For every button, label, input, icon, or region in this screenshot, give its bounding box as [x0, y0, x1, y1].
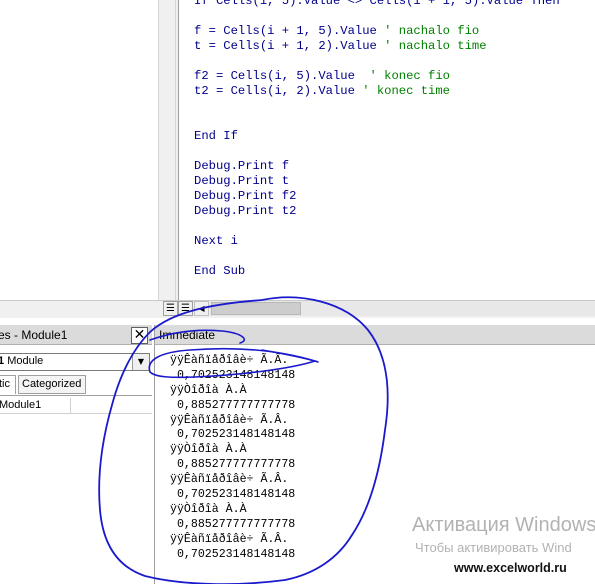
property-row-divider — [70, 398, 71, 414]
activation-watermark-subtitle: Чтобы активировать Wind — [415, 540, 572, 555]
immediate-output-line: 0,885277777777778 — [170, 458, 296, 472]
tab-alphabetic[interactable]: tic — [0, 375, 16, 394]
immediate-output-line: ÿÿÊàñïåðîâè÷ Ã.Â. — [170, 473, 289, 487]
object-type: Module — [7, 355, 44, 367]
code-comment: ' nachalo time — [384, 39, 487, 53]
splitter-scrollbar[interactable] — [158, 0, 176, 300]
horizontal-splitter[interactable] — [0, 300, 176, 318]
code-text: f = Cells(i + 1, 5).Value — [194, 24, 385, 38]
immediate-output-line: ÿÿÊàñïåðîâè÷ Ã.Â. — [170, 532, 289, 546]
code-text: f2 = Cells(i, 5).Value — [194, 69, 370, 83]
full-module-view-button[interactable]: ☰ — [178, 301, 193, 316]
code-line: Debug.Print t — [194, 174, 560, 189]
code-line: f2 = Cells(i, 5).Value ' konec fio — [194, 69, 560, 84]
code-text: End Sub — [194, 264, 246, 278]
activation-watermark-title: Активация Windows — [412, 514, 595, 536]
procedure-view-button[interactable]: ☰ — [163, 301, 178, 316]
immediate-output-line: 0,702523148148148 — [170, 428, 296, 442]
code-comment: ' konec time — [362, 84, 450, 98]
immediate-output[interactable]: ÿÿÊàñïåðîâè÷ Ã.Â. 0,702523148148148 ÿÿÒîð… — [170, 354, 295, 562]
code-lines: If Cells(i, 5).Value <> Cells(i + 1, 5).… — [194, 0, 560, 279]
immediate-output-line: 0,885277777777778 — [170, 398, 296, 412]
properties-tabs: tic Categorized — [0, 375, 152, 395]
code-text: Debug.Print t2 — [194, 204, 297, 218]
code-line: t2 = Cells(i, 2).Value ' konec time — [194, 84, 560, 99]
code-line: Debug.Print t2 — [194, 204, 560, 219]
code-pane[interactable]: If Cells(i, 5).Value <> Cells(i + 1, 5).… — [178, 0, 595, 300]
code-line: If Cells(i, 5).Value <> Cells(i + 1, 5).… — [194, 0, 560, 9]
horizontal-scroll-thumb[interactable] — [211, 302, 301, 315]
immediate-output-line: 0,702523148148148 — [170, 368, 296, 382]
close-icon[interactable]: ✕ — [131, 327, 148, 344]
code-text: End If — [194, 129, 238, 143]
object-name: 1 — [0, 355, 5, 367]
chevron-down-icon[interactable]: ▼ — [132, 354, 149, 370]
property-row-label: Module1 — [0, 399, 42, 411]
immediate-title: Immediate — [159, 328, 216, 342]
project-area-blank — [0, 0, 158, 300]
code-text: Debug.Print f — [194, 159, 290, 173]
code-line: End If — [194, 129, 560, 144]
code-comment: ' nachalo fio — [384, 24, 480, 38]
code-text: Debug.Print t — [194, 174, 290, 188]
immediate-output-line: ÿÿÒîðîà À.À — [170, 383, 247, 397]
property-row[interactable]: Module1 — [0, 398, 152, 414]
properties-title: es - Module1 — [0, 328, 68, 342]
properties-grid: Module1 — [0, 395, 152, 584]
code-text: t = Cells(i + 1, 2).Value — [194, 39, 385, 53]
immediate-output-line: 0,885277777777778 — [170, 517, 296, 531]
code-line: Debug.Print f2 — [194, 189, 560, 204]
code-text: Debug.Print f2 — [194, 189, 297, 203]
object-selector-value: 1 Module — [0, 355, 43, 367]
immediate-output-line: ÿÿÒîðîà À.À — [170, 502, 247, 516]
code-line: t = Cells(i + 1, 2).Value ' nachalo time — [194, 39, 560, 54]
code-line: End Sub — [194, 264, 560, 279]
scroll-left-arrow-icon[interactable]: ◀ — [194, 301, 209, 316]
tab-categorized[interactable]: Categorized — [18, 375, 86, 394]
code-comment: ' konec fio — [369, 69, 450, 83]
immediate-output-line: 0,702523148148148 — [170, 488, 296, 502]
code-line: Debug.Print f — [194, 159, 560, 174]
immediate-output-line: ÿÿÊàñïåðîâè÷ Ã.Â. — [170, 413, 289, 427]
code-line: Next i — [194, 234, 560, 249]
immediate-output-line: ÿÿÊàñïåðîâè÷ Ã.Â. — [170, 354, 289, 367]
immediate-output-line: ÿÿÒîðîà À.À — [170, 443, 247, 457]
code-window: If Cells(i, 5).Value <> Cells(i + 1, 5).… — [0, 0, 595, 318]
code-text: Next i — [194, 234, 238, 248]
object-selector[interactable]: 1 Module ▼ — [0, 353, 150, 371]
code-line: f = Cells(i + 1, 5).Value ' nachalo fio — [194, 24, 560, 39]
code-text: t2 = Cells(i, 2).Value — [194, 84, 363, 98]
immediate-title-bar[interactable]: Immediate — [155, 325, 595, 345]
immediate-output-line: 0,702523148148148 — [170, 547, 296, 561]
properties-title-bar[interactable]: es - Module1 ✕ — [0, 325, 152, 345]
properties-panel: es - Module1 ✕ 1 Module ▼ tic Categorize… — [0, 325, 152, 584]
code-text: If Cells(i, 5).Value <> Cells(i + 1, 5).… — [194, 0, 560, 8]
site-watermark: www.excelworld.ru — [452, 560, 569, 576]
